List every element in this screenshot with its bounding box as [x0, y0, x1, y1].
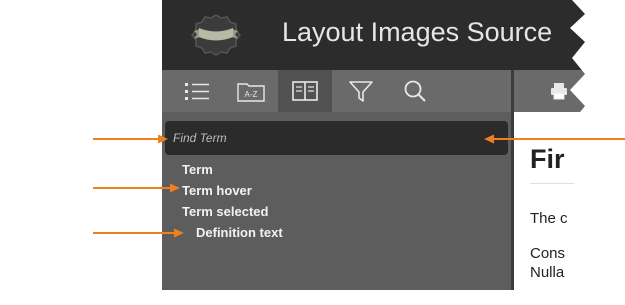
header-bar: Layout Images Source: [162, 0, 585, 70]
glossary-panel: A-Z Find Term Term Term hover Term selec…: [162, 70, 511, 290]
list-icon: [185, 83, 209, 100]
toc-tab[interactable]: [170, 70, 224, 112]
content-pane: Fir The c Cons Nulla: [514, 70, 585, 290]
logo-icon: [191, 14, 241, 56]
filter-tab[interactable]: [334, 70, 388, 112]
screenshot-frame: Layout Images Source A-Z Find Term Term …: [162, 0, 585, 290]
glossary-term[interactable]: Term: [182, 162, 213, 177]
content-paragraph: The c: [530, 210, 568, 227]
page-title: Layout Images Source: [282, 17, 553, 47]
az-label: A-Z: [245, 90, 258, 99]
printer-icon[interactable]: [550, 82, 568, 100]
content-paragraph: Cons: [530, 245, 566, 262]
find-term-input[interactable]: [173, 129, 493, 147]
find-term-box: [165, 121, 508, 155]
search-tab[interactable]: [388, 70, 442, 112]
index-tab[interactable]: A-Z: [224, 70, 278, 112]
nav-toolbar: A-Z: [162, 70, 511, 112]
glossary-term-selected[interactable]: Term selected: [182, 204, 268, 219]
glossary-term-hover[interactable]: Term hover: [182, 183, 252, 198]
content-toolbar: [514, 70, 585, 112]
glossary-definition: Definition text: [196, 225, 283, 240]
heading-rule: [530, 183, 585, 184]
content-heading: Fir: [530, 144, 565, 174]
book-icon: [292, 81, 318, 101]
search-icon: [404, 80, 426, 102]
az-folder-icon: A-Z: [237, 83, 265, 102]
glossary-tab[interactable]: [278, 70, 332, 112]
content-paragraph: Nulla: [530, 264, 565, 281]
filter-icon: [349, 81, 373, 102]
